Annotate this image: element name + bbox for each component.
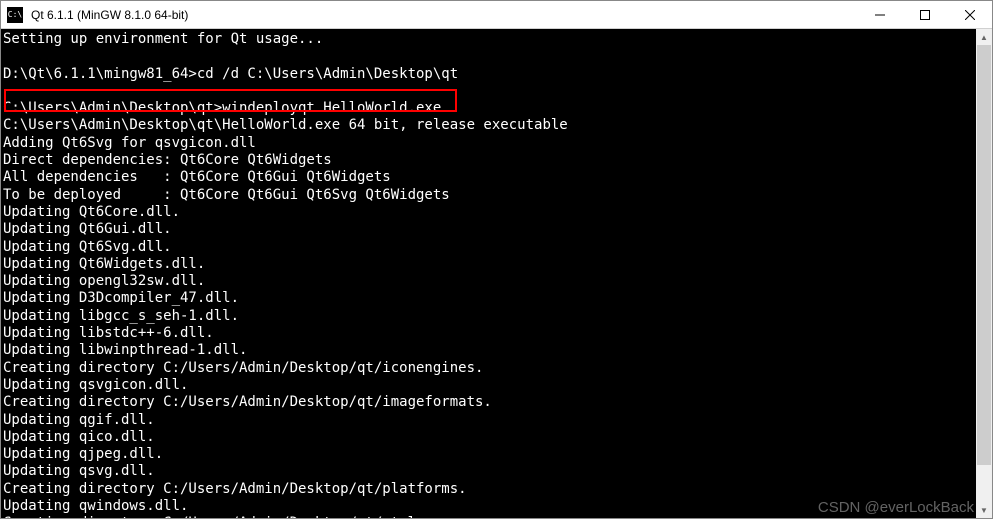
- terminal-line: [3, 48, 990, 65]
- console-window: C:\ Qt 6.1.1 (MinGW 8.1.0 64-bit) Settin…: [0, 0, 993, 519]
- terminal-line: Creating directory C:/Users/Admin/Deskto…: [3, 515, 990, 518]
- window-controls: [857, 1, 992, 28]
- terminal-line: Updating opengl32sw.dll.: [3, 273, 990, 290]
- terminal-line: Updating Qt6Svg.dll.: [3, 239, 990, 256]
- terminal-line: [3, 83, 990, 100]
- terminal-output: Setting up environment for Qt usage... D…: [1, 29, 992, 518]
- terminal-line: D:\Qt\6.1.1\mingw81_64>cd /d C:\Users\Ad…: [3, 66, 990, 83]
- terminal-line: Updating qsvg.dll.: [3, 463, 990, 480]
- terminal-line: Updating Qt6Core.dll.: [3, 204, 990, 221]
- close-button[interactable]: [947, 1, 992, 28]
- terminal-line: Creating directory C:/Users/Admin/Deskto…: [3, 481, 990, 498]
- scrollbar-thumb[interactable]: [977, 45, 991, 465]
- scroll-down-arrow[interactable]: ▼: [976, 502, 992, 518]
- terminal-line: Updating Qt6Widgets.dll.: [3, 256, 990, 273]
- terminal-line: Updating qwindows.dll.: [3, 498, 990, 515]
- titlebar[interactable]: C:\ Qt 6.1.1 (MinGW 8.1.0 64-bit): [1, 1, 992, 29]
- cmd-icon: C:\: [7, 7, 23, 23]
- vertical-scrollbar[interactable]: ▲ ▼: [976, 29, 992, 518]
- terminal-line: All dependencies : Qt6Core Qt6Gui Qt6Wid…: [3, 169, 990, 186]
- terminal-line: Updating qsvgicon.dll.: [3, 377, 990, 394]
- terminal-line: Adding Qt6Svg for qsvgicon.dll: [3, 135, 990, 152]
- terminal-line: Creating directory C:/Users/Admin/Deskto…: [3, 394, 990, 411]
- terminal-line: C:\Users\Admin\Desktop\qt>windeployqt He…: [3, 100, 990, 117]
- terminal-line: Updating qgif.dll.: [3, 412, 990, 429]
- scroll-up-arrow[interactable]: ▲: [976, 29, 992, 45]
- terminal-line: To be deployed : Qt6Core Qt6Gui Qt6Svg Q…: [3, 187, 990, 204]
- maximize-button[interactable]: [902, 1, 947, 28]
- minimize-button[interactable]: [857, 1, 902, 28]
- terminal-line: Updating libstdc++-6.dll.: [3, 325, 990, 342]
- terminal-line: Updating libgcc_s_seh-1.dll.: [3, 308, 990, 325]
- terminal-line: Updating libwinpthread-1.dll.: [3, 342, 990, 359]
- terminal-line: C:\Users\Admin\Desktop\qt\HelloWorld.exe…: [3, 117, 990, 134]
- terminal-line: Updating qjpeg.dll.: [3, 446, 990, 463]
- terminal-line: Updating D3Dcompiler_47.dll.: [3, 290, 990, 307]
- terminal-line: Creating directory C:/Users/Admin/Deskto…: [3, 360, 990, 377]
- terminal-line: Updating qico.dll.: [3, 429, 990, 446]
- terminal-line: Updating Qt6Gui.dll.: [3, 221, 990, 238]
- terminal-line: Setting up environment for Qt usage...: [3, 31, 990, 48]
- window-title: Qt 6.1.1 (MinGW 8.1.0 64-bit): [29, 8, 857, 22]
- terminal-area[interactable]: Setting up environment for Qt usage... D…: [1, 29, 992, 518]
- terminal-line: Direct dependencies: Qt6Core Qt6Widgets: [3, 152, 990, 169]
